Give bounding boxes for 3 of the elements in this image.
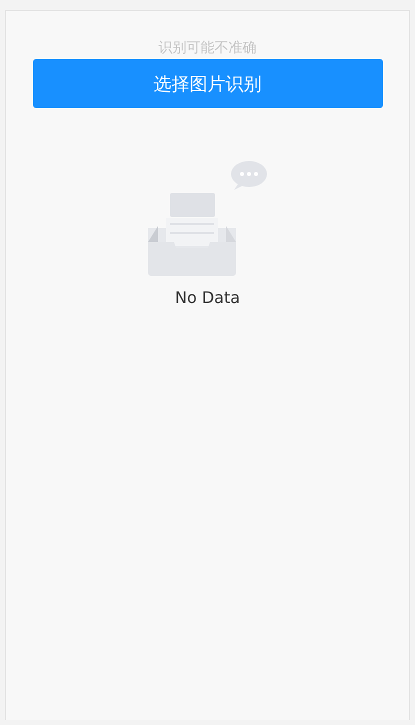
select-image-button[interactable]: 选择图片识别 [32, 59, 382, 108]
empty-inbox-icon [146, 158, 270, 278]
empty-state-text: No Data [174, 288, 240, 308]
